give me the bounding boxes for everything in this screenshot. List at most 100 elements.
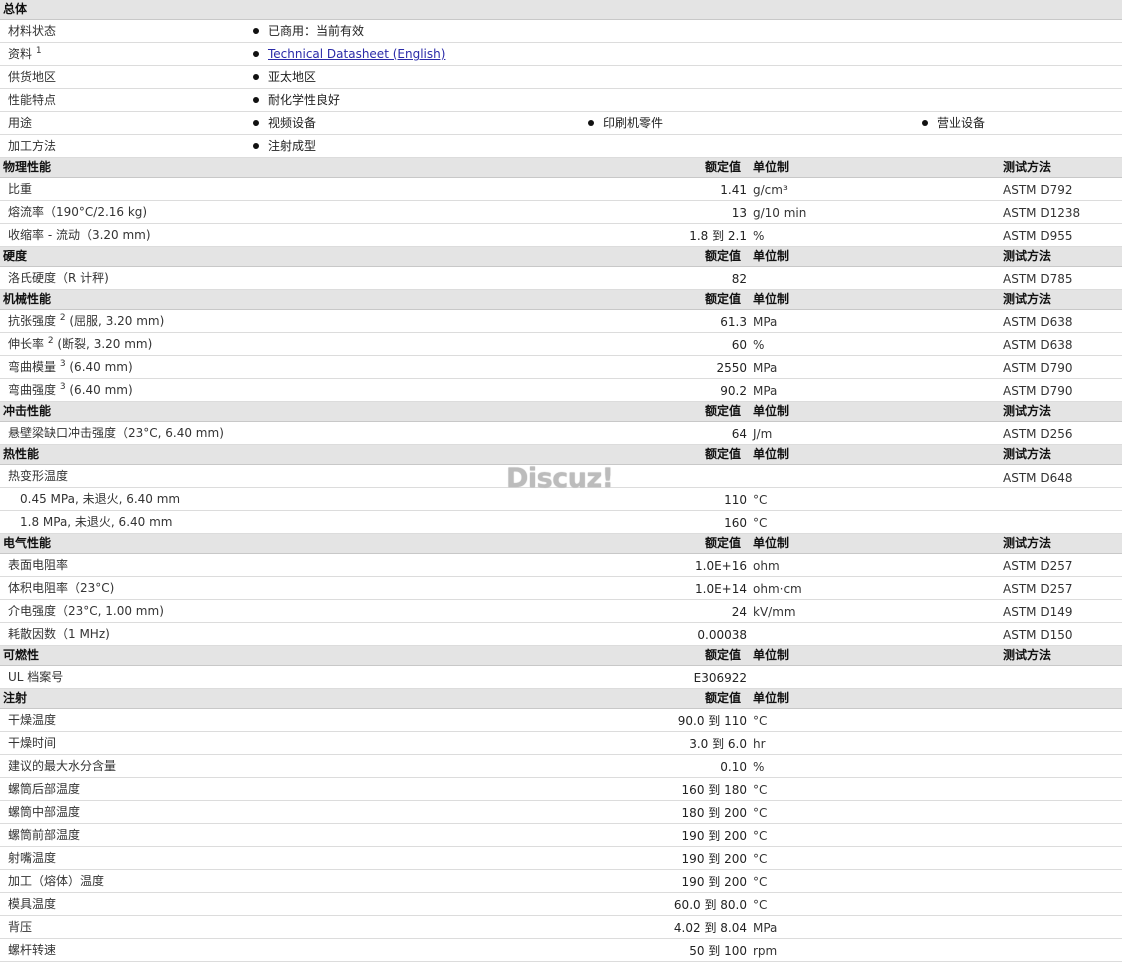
header-test-method: 测试方法 xyxy=(1003,536,1052,550)
test-method: ASTM D638 xyxy=(1003,338,1073,352)
bullet-icon xyxy=(922,120,928,126)
header-nominal: 额定值 xyxy=(705,160,742,174)
property-label: 性能特点 xyxy=(8,93,57,107)
test-method: ASTM D256 xyxy=(1003,427,1073,441)
unit-value: MPa xyxy=(753,315,778,329)
property-label: 表面电阻率 xyxy=(8,558,69,572)
bullet-icon xyxy=(253,120,259,126)
test-method: ASTM D638 xyxy=(1003,315,1073,329)
header-unit: 单位制 xyxy=(753,447,790,461)
property-label: 洛氏硬度（R 计秤) xyxy=(8,271,109,285)
unit-value: °C xyxy=(753,493,768,507)
bullet-icon xyxy=(253,143,259,149)
property-row: 干燥温度 90.0 到 110 °C xyxy=(0,709,1122,732)
property-row: 1.8 MPa, 未退火, 6.40 mm 160 °C xyxy=(0,511,1122,534)
condition: (6.40 mm) xyxy=(65,360,133,374)
property-label: 弯曲强度 3 (6.40 mm) xyxy=(8,382,133,398)
property-label: 收缩率 - 流动（3.20 mm) xyxy=(8,228,151,242)
nominal-value: 60.0 到 80.0 xyxy=(673,898,747,912)
nominal-value: 90.0 到 110 xyxy=(677,714,747,728)
section-title: 冲击性能 xyxy=(3,404,52,418)
property-value: 注射成型 xyxy=(268,139,317,153)
property-label: 抗张强度 2 (屈服, 3.20 mm) xyxy=(8,313,165,329)
nominal-value: 160 xyxy=(724,516,747,530)
property-label: 介电强度（23°C, 1.00 mm) xyxy=(8,604,164,618)
datasheet-link[interactable]: Technical Datasheet (English) xyxy=(268,46,445,62)
nominal-value: 190 到 200 xyxy=(681,829,747,843)
section-title: 可燃性 xyxy=(3,648,40,662)
header-test-method: 测试方法 xyxy=(1003,160,1052,174)
header-unit: 单位制 xyxy=(753,249,790,263)
section-header-impact: 冲击性能 额定值 单位制 测试方法 xyxy=(0,402,1122,422)
nominal-value: 82 xyxy=(731,272,747,286)
property-label: 耗散因数（1 MHz) xyxy=(8,627,110,641)
unit-value: J/m xyxy=(753,427,773,441)
property-label: 螺筒前部温度 xyxy=(8,828,81,842)
header-unit: 单位制 xyxy=(753,536,790,550)
bullet-icon xyxy=(253,97,259,103)
section-title: 硬度 xyxy=(3,249,28,263)
property-row: UL 档案号 E306922 xyxy=(0,666,1122,689)
footnote-marker: 1 xyxy=(35,46,42,56)
general-features-row: 性能特点 耐化学性良好 xyxy=(0,89,1122,112)
property-label: 背压 xyxy=(8,920,33,934)
bullet-icon xyxy=(253,74,259,80)
header-test-method: 测试方法 xyxy=(1003,648,1052,662)
nominal-value: 190 到 200 xyxy=(681,852,747,866)
header-unit: 单位制 xyxy=(753,292,790,306)
section-header-hardness: 硬度 额定值 单位制 测试方法 xyxy=(0,247,1122,267)
nominal-value: 160 到 180 xyxy=(681,783,747,797)
unit-value: hr xyxy=(753,737,766,751)
property-row: 悬壁梁缺口冲击强度（23°C, 6.40 mm) 64 J/m ASTM D256 xyxy=(0,422,1122,445)
general-uses-row: 用途 视频设备 印刷机零件 营业设备 xyxy=(0,112,1122,135)
header-nominal: 额定值 xyxy=(705,447,742,461)
unit-value: °C xyxy=(753,714,768,728)
nominal-value: 0.10 xyxy=(720,760,747,774)
unit-value: g/cm³ xyxy=(753,183,788,197)
property-label: 加工方法 xyxy=(8,139,57,153)
test-method: ASTM D648 xyxy=(1003,471,1073,485)
property-label: 0.45 MPa, 未退火, 6.40 mm xyxy=(20,492,181,506)
property-label: UL 档案号 xyxy=(8,670,64,684)
test-method: ASTM D257 xyxy=(1003,559,1073,573)
property-label: 干燥时间 xyxy=(8,736,57,750)
property-row: 建议的最大水分含量 0.10% xyxy=(0,755,1122,778)
property-label: 悬壁梁缺口冲击强度（23°C, 6.40 mm) xyxy=(8,426,224,440)
nominal-value: 3.0 到 6.0 xyxy=(689,737,747,751)
property-row: 射嘴温度 190 到 200 °C xyxy=(0,847,1122,870)
property-row: 介电强度（23°C, 1.00 mm) 24 kV/mm ASTM D149 xyxy=(0,600,1122,623)
property-label: 热变形温度 xyxy=(8,469,69,483)
section-header-injection: 注射 额定值 单位制 xyxy=(0,689,1122,709)
test-method: ASTM D1238 xyxy=(1003,206,1081,220)
condition: (6.40 mm) xyxy=(65,383,133,397)
unit-value: % xyxy=(753,229,765,243)
nominal-value: 61.3 xyxy=(720,315,747,329)
section-title: 总体 xyxy=(3,2,28,16)
property-label: 体积电阻率（23°C) xyxy=(8,581,115,595)
property-label: 比重 xyxy=(8,182,33,196)
unit-value: ohm xyxy=(753,559,780,573)
unit-value: °C xyxy=(753,898,768,912)
property-label: 射嘴温度 xyxy=(8,851,57,865)
nominal-value: 4.02 到 8.04 xyxy=(673,921,747,935)
nominal-value: 2550 xyxy=(716,361,747,375)
test-method: ASTM D792 xyxy=(1003,183,1073,197)
nominal-value: 1.8 到 2.1 xyxy=(689,229,747,243)
property-row: 背压 4.02 到 8.04 MPa xyxy=(0,916,1122,939)
unit-value: kV/mm xyxy=(753,605,796,619)
unit-value: °C xyxy=(753,829,768,843)
use-item: 视频设备 xyxy=(268,116,317,130)
property-row: 伸长率 2 (断裂, 3.20 mm) 60% ASTM D638 xyxy=(0,333,1122,356)
unit-value: °C xyxy=(753,852,768,866)
header-test-method: 测试方法 xyxy=(1003,404,1052,418)
header-nominal: 额定值 xyxy=(705,249,742,263)
property-row: 螺筒前部温度 190 到 200 °C xyxy=(0,824,1122,847)
property-row: 加工（熔体）温度 190 到 200 °C xyxy=(0,870,1122,893)
header-test-method: 测试方法 xyxy=(1003,249,1052,263)
property-row: 表面电阻率 1.0E+16 ohm ASTM D257 xyxy=(0,554,1122,577)
general-process-row: 加工方法 注射成型 xyxy=(0,135,1122,158)
property-label: 材料状态 xyxy=(8,24,57,38)
property-label: 模具温度 xyxy=(8,897,57,911)
property-row: 体积电阻率（23°C) 1.0E+14 ohm·cm ASTM D257 xyxy=(0,577,1122,600)
use-item: 营业设备 xyxy=(937,116,986,130)
